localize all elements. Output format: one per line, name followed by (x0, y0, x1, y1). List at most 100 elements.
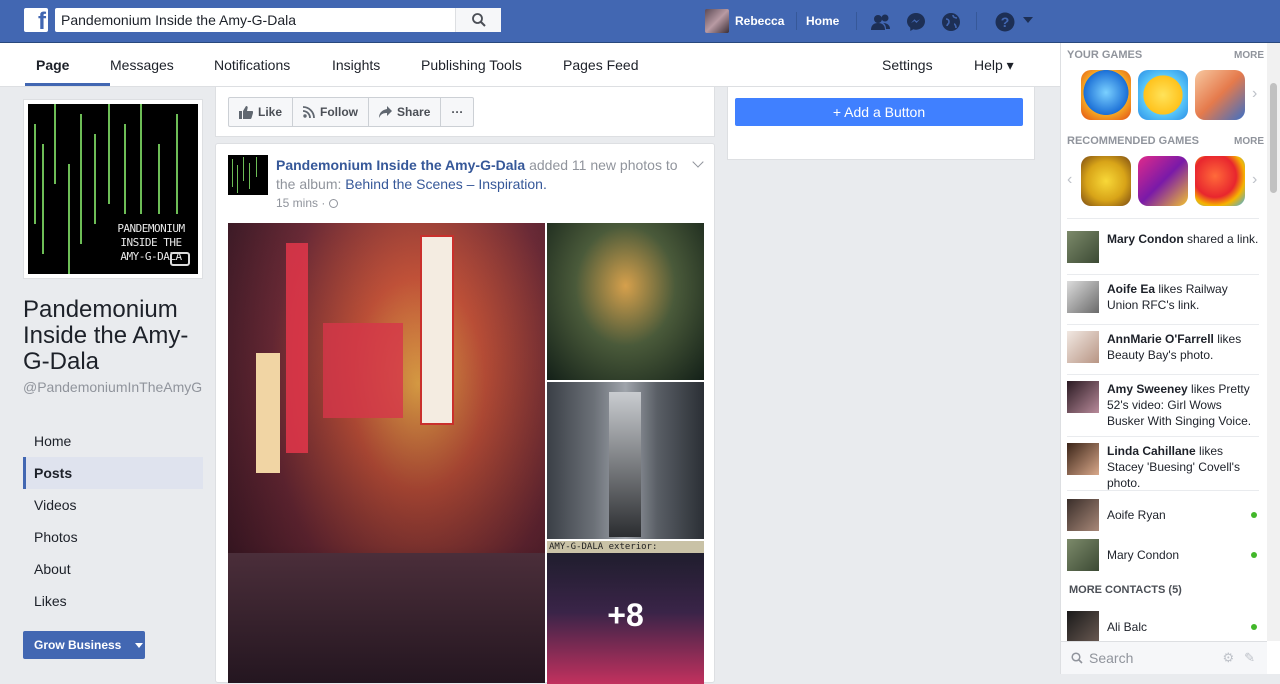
help-menu[interactable]: Help ▾ (974, 57, 1014, 74)
chat-search-bar[interactable]: Search ⚙ ✎ (1061, 641, 1267, 674)
ticker-item[interactable]: AnnMarie O'Farrell likes Beauty Bay's ph… (1067, 331, 1259, 363)
decor-line (237, 165, 238, 193)
sidebar-item-videos[interactable]: Videos (23, 489, 203, 521)
post-header: Pandemonium Inside the Amy-G-Dala added … (276, 156, 696, 194)
tab-page[interactable]: Page (36, 57, 69, 73)
tab-notifications[interactable]: Notifications (214, 57, 290, 73)
chat-search-input[interactable]: Search (1089, 650, 1222, 666)
share-button[interactable]: Share (369, 98, 442, 126)
scrollbar[interactable] (1267, 43, 1280, 641)
sidebar-item-photos[interactable]: Photos (23, 521, 203, 553)
album-photo[interactable] (547, 382, 704, 539)
home-link[interactable]: Home (806, 14, 839, 28)
photo-detail (256, 353, 280, 473)
avatar (1067, 381, 1099, 413)
ticker-name: Linda Cahillane (1107, 444, 1196, 458)
add-a-button[interactable]: + Add a Button (735, 98, 1023, 126)
camera-icon[interactable] (170, 252, 190, 266)
your-games-more-link[interactable]: MORE (1234, 50, 1264, 61)
sidebar-item-likes[interactable]: Likes (23, 585, 203, 617)
sidebar-item-home[interactable]: Home (23, 425, 203, 457)
ticker-item[interactable]: Mary Condon shared a link. (1067, 231, 1259, 263)
album-photo[interactable] (228, 223, 545, 683)
decor-line (108, 104, 110, 204)
album-link[interactable]: Behind the Scenes – Inspiration. (345, 176, 547, 192)
game-tile[interactable] (1195, 70, 1245, 120)
recommended-games-more-link[interactable]: MORE (1234, 136, 1264, 147)
post-author-link[interactable]: Pandemonium Inside the Amy-G-Dala (276, 157, 525, 173)
tab-messages[interactable]: Messages (110, 57, 174, 73)
new-message-icon[interactable]: ✎ (1244, 650, 1255, 666)
ticker-text: Linda Cahillane likes Stacey 'Buesing' C… (1107, 443, 1259, 491)
notifications-globe-icon[interactable] (940, 11, 962, 33)
account-menu-caret-icon[interactable] (1022, 15, 1034, 25)
profile-link[interactable]: Rebecca (705, 9, 784, 33)
contact-name: Mary Condon (1107, 548, 1180, 562)
grow-business-label: Grow Business (34, 638, 122, 652)
chat-contact[interactable]: Mary Condon (1067, 538, 1257, 572)
game-tile[interactable] (1138, 70, 1188, 120)
decor-line (68, 164, 70, 274)
album-photo[interactable] (547, 223, 704, 380)
search-icon (1071, 652, 1083, 664)
chevron-right-icon[interactable]: › (1252, 171, 1257, 189)
contact-name: Aoife Ryan (1107, 508, 1166, 522)
decor-line (232, 159, 233, 187)
ticker-text: Mary Condon shared a link. (1107, 231, 1258, 263)
tab-publishing-tools[interactable]: Publishing Tools (421, 57, 522, 73)
divider (1067, 274, 1259, 275)
search-box[interactable]: Pandemonium Inside the Amy-G-Dala (55, 8, 501, 32)
like-button[interactable]: Like (229, 98, 294, 126)
ticker-item[interactable]: Linda Cahillane likes Stacey 'Buesing' C… (1067, 443, 1259, 491)
decor-line (54, 104, 56, 184)
chat-contact[interactable]: Ali Balc (1067, 610, 1257, 644)
help-icon[interactable]: ? (994, 11, 1016, 33)
follow-button[interactable]: Follow (293, 98, 370, 126)
game-tile[interactable] (1081, 156, 1131, 206)
facebook-logo[interactable]: f (24, 8, 48, 32)
gear-icon[interactable]: ⚙ (1222, 650, 1234, 666)
scrollbar-thumb[interactable] (1270, 83, 1277, 193)
divider (856, 12, 857, 30)
friend-requests-icon[interactable] (870, 11, 892, 33)
feed-post: Pandemonium Inside the Amy-G-Dala added … (215, 143, 715, 684)
profile-picture[interactable]: PANDEMONIUM INSIDE THE AMY-G-DALA (23, 99, 203, 279)
decor-line (34, 124, 36, 224)
contact-name: Ali Balc (1107, 620, 1148, 634)
ticker-text: AnnMarie O'Farrell likes Beauty Bay's ph… (1107, 331, 1259, 363)
game-tile[interactable] (1081, 70, 1131, 120)
caret-down-icon (135, 642, 144, 648)
chat-contact[interactable]: Aoife Ryan (1067, 498, 1257, 532)
ticker-name: AnnMarie O'Farrell (1107, 332, 1214, 346)
like-label: Like (258, 105, 283, 119)
chevron-right-icon[interactable]: › (1252, 85, 1257, 103)
sidebar-item-posts[interactable]: Posts (23, 457, 203, 489)
avatar (1067, 539, 1099, 571)
tab-settings[interactable]: Settings (882, 57, 933, 73)
search-button[interactable] (455, 8, 501, 32)
sidebar-item-about[interactable]: About (23, 553, 203, 585)
avatar (1067, 281, 1099, 313)
more-options-button[interactable]: ··· (441, 98, 473, 126)
tab-insights[interactable]: Insights (332, 57, 380, 73)
add-button-panel: + Add a Button (727, 87, 1035, 160)
game-tile[interactable] (1138, 156, 1188, 206)
avatar (1067, 611, 1099, 643)
grow-business-button[interactable]: Grow Business (23, 631, 145, 659)
ticker-item[interactable]: Aoife Ea likes Railway Union RFC's link. (1067, 281, 1259, 313)
post-timestamp[interactable]: 15 mins · (276, 196, 338, 210)
page-title[interactable]: Pandemonium Inside the Amy-G-Dala (23, 297, 203, 375)
messages-icon[interactable] (905, 11, 927, 33)
page-navigation: Page Messages Notifications Insights Pub… (0, 43, 1060, 87)
game-tile[interactable] (1195, 156, 1245, 206)
search-input[interactable]: Pandemonium Inside the Amy-G-Dala (55, 12, 455, 28)
page-handle[interactable]: @PandemoniumInTheAmyG (23, 379, 203, 395)
album-photo-more[interactable]: AMY-G-DALA exterior: +8 (547, 541, 704, 684)
active-tab-indicator (25, 83, 110, 86)
ticker-item[interactable]: Amy Sweeney likes Pretty 52's video: Gir… (1067, 381, 1259, 429)
chevron-left-icon[interactable]: ‹ (1067, 171, 1072, 189)
divider (1067, 374, 1259, 375)
ticker-text: Aoife Ea likes Railway Union RFC's link. (1107, 281, 1259, 313)
post-author-avatar[interactable] (228, 155, 268, 195)
tab-pages-feed[interactable]: Pages Feed (563, 57, 639, 73)
